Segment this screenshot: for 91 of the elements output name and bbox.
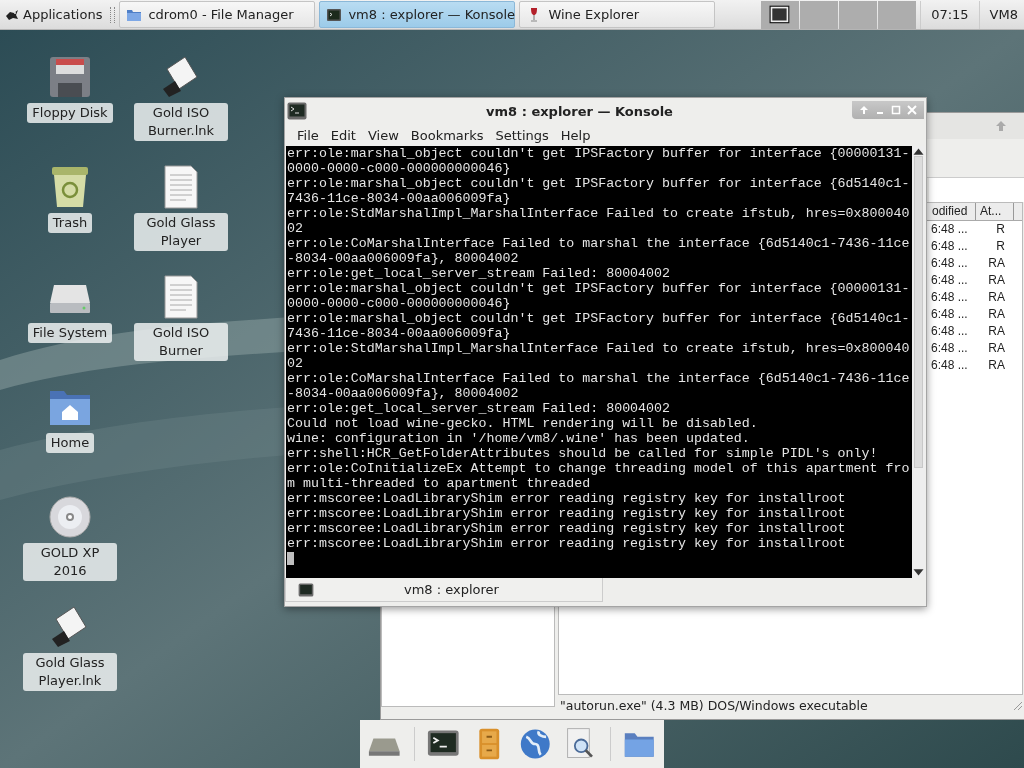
close-icon[interactable] [906,104,918,116]
table-cell-text: RA [987,306,1006,323]
window-title: vm8 : explorer — Konsole [485,103,674,119]
task-button[interactable]: Wine Explorer [519,1,716,28]
terminal-line: err:ole:CoMarshalInterface Failed to marshal the interface {6d5140c1-7436-11ce [287,236,911,251]
status-text: "autorun.exe" (4.3 MB) DOS/Windows executable [560,697,868,713]
table-cell-text: 6:48 ... [930,306,969,323]
terminal-line: m multi-threaded to apartment threaded [287,476,592,491]
scroll-thumb[interactable] [914,156,923,468]
menu-item[interactable]: Settings [489,127,555,143]
location-field[interactable] [929,178,1024,202]
terminal-line: err:ole:StdMarshalImpl_MarshalInterface Failed to create ifstub, hres=0x800040 [287,341,911,356]
table-cell-text: RA [987,289,1006,306]
desktop-icon-label[interactable]: Gold Glass Player [134,213,228,251]
window-icon [769,4,792,25]
user-name[interactable]: VM8 [979,7,1024,22]
desktop-icon-label[interactable]: GOLD XP 2016 [23,543,117,581]
terminal-line: 02 [287,221,304,236]
column-header[interactable]: odified [930,203,976,220]
clock[interactable]: 07:15 [920,0,980,29]
column-header[interactable]: At... [976,203,1014,220]
menu-item[interactable]: Bookmarks [404,127,490,143]
terminal-icon [298,582,314,597]
table-cell-text: RA [987,255,1006,272]
terminal-line: err:mscoree:LoadLibraryShim error reading registry key for installroot [287,536,847,551]
table-cell-text: R [995,221,1006,238]
workspace-cell[interactable] [839,0,878,29]
menu-item[interactable]: File [291,127,325,143]
table-cell-text: 6:48 ... [930,357,969,374]
desktop-icon-label[interactable]: Gold ISO Burner.lnk [134,103,228,141]
terminal-line: err:ole:marshal_object couldn't get IPSFactory buffer for interface {00000131- [287,281,911,296]
desktop-icon-label[interactable]: Gold ISO Burner [134,323,228,361]
terminal-line: 7436-11ce-8034-00aa006009fa} [287,191,512,206]
terminal-line: err:mscoree:LoadLibraryShim error reading registry key for installroot [287,506,847,521]
menu-item[interactable]: View [361,127,405,143]
task-button[interactable]: vm8 : explorer — Konsole [319,1,516,28]
table-cell-text: 6:48 ... [930,221,969,238]
terminal-line: Could not load wine-gecko. HTML rendering will be disabled. [287,416,759,431]
terminal-line: err:ole:get_local_server_stream Failed: 80004002 [287,401,671,416]
terminal-icon [287,102,307,120]
desktop-icon-label[interactable]: Trash [47,213,93,233]
text-cursor [287,552,294,565]
menu-item[interactable]: Edit [324,127,362,143]
table-cell-text: RA [987,272,1006,289]
menu-item[interactable]: Help [554,127,597,143]
terminal-line: 0000-0000-c000-000000000046} [287,296,512,311]
table-cell-text: RA [987,340,1006,357]
workspace-cell[interactable] [878,0,917,29]
desktop-icon-label[interactable]: Home [45,433,95,453]
table-cell-text: 6:48 ... [930,340,969,357]
applications-menu-button[interactable]: Applications [0,0,107,29]
terminal-line: 02 [287,356,304,371]
desktop-icon-label[interactable]: Floppy Disk [27,103,113,123]
workspace-cell[interactable] [761,0,800,29]
terminal-line: err:ole:StdMarshalImpl_MarshalInterface Failed to create ifstub, hres=0x800040 [287,206,911,221]
terminal-line: err:ole:marshal_object couldn't get IPSFactory buffer for interface {6d5140c1- [287,311,911,326]
table-cell-text: RA [987,323,1006,340]
terminal-line: err:mscoree:LoadLibraryShim error reading registry key for installroot [287,491,847,506]
terminal-line: err:ole:CoMarshalInterface Failed to marshal the interface {6d5140c1-7436-11ce [287,371,911,386]
table-cell-text: 6:48 ... [930,272,969,289]
terminal-line: err:ole:CoInitializeEx Attempt to change threading model of this apartment fro [287,461,911,476]
session-tab[interactable]: vm8 : explorer [285,578,603,602]
terminal-line: err:mscoree:LoadLibraryShim error reading registry key for installroot [287,521,847,536]
separator-handle[interactable] [110,6,116,23]
task-button[interactable]: cdrom0 - File Manager [119,1,316,28]
terminal-line: wine: configuration in '/home/vm8/.wine' has been updated. [287,431,751,446]
disc-icon[interactable] [48,495,92,539]
scroll-up-icon[interactable] [912,146,925,156]
terminal-line: 0000-0000-c000-000000000046} [287,161,512,176]
maximize-icon[interactable] [890,104,902,116]
table-cell-text: RA [987,357,1006,374]
terminal-line: err:ole:get_local_server_stream Failed: 80004002 [287,266,671,281]
terminal-line: err:ole:marshal_object couldn't get IPSFactory buffer for interface {00000131- [287,146,911,161]
table-cell-text: 6:48 ... [930,289,969,306]
terminal-line: 7436-11ce-8034-00aa006009fa} [287,326,512,341]
table-cell-text: 6:48 ... [930,323,969,340]
terminal-line: err:ole:marshal_object couldn't get IPSFactory buffer for interface {6d5140c1- [287,176,911,191]
table-cell-text: 6:48 ... [930,238,969,255]
resize-grip-icon[interactable] [1011,699,1023,711]
terminal-line: -8034-00aa006009fa}, 80004002 [287,251,520,266]
table-cell-text: R [995,238,1006,255]
keep-above-icon[interactable] [858,104,870,116]
terminal-line: err:shell:HCR_GetFolderAttributes should be called for simple PIDL's only! [287,446,879,461]
scroll-down-icon[interactable] [912,568,925,578]
globe-icon[interactable] [518,727,551,761]
terminal-line: -8034-00aa006009fa}, 80004002 [287,386,520,401]
workspace-cell[interactable] [800,0,839,29]
desktop-icon-label[interactable]: File System [27,323,113,343]
table-cell-text: 6:48 ... [930,255,969,272]
desktop-icon-label[interactable]: Gold Glass Player.lnk [23,653,117,691]
terminal-icon [326,6,343,23]
